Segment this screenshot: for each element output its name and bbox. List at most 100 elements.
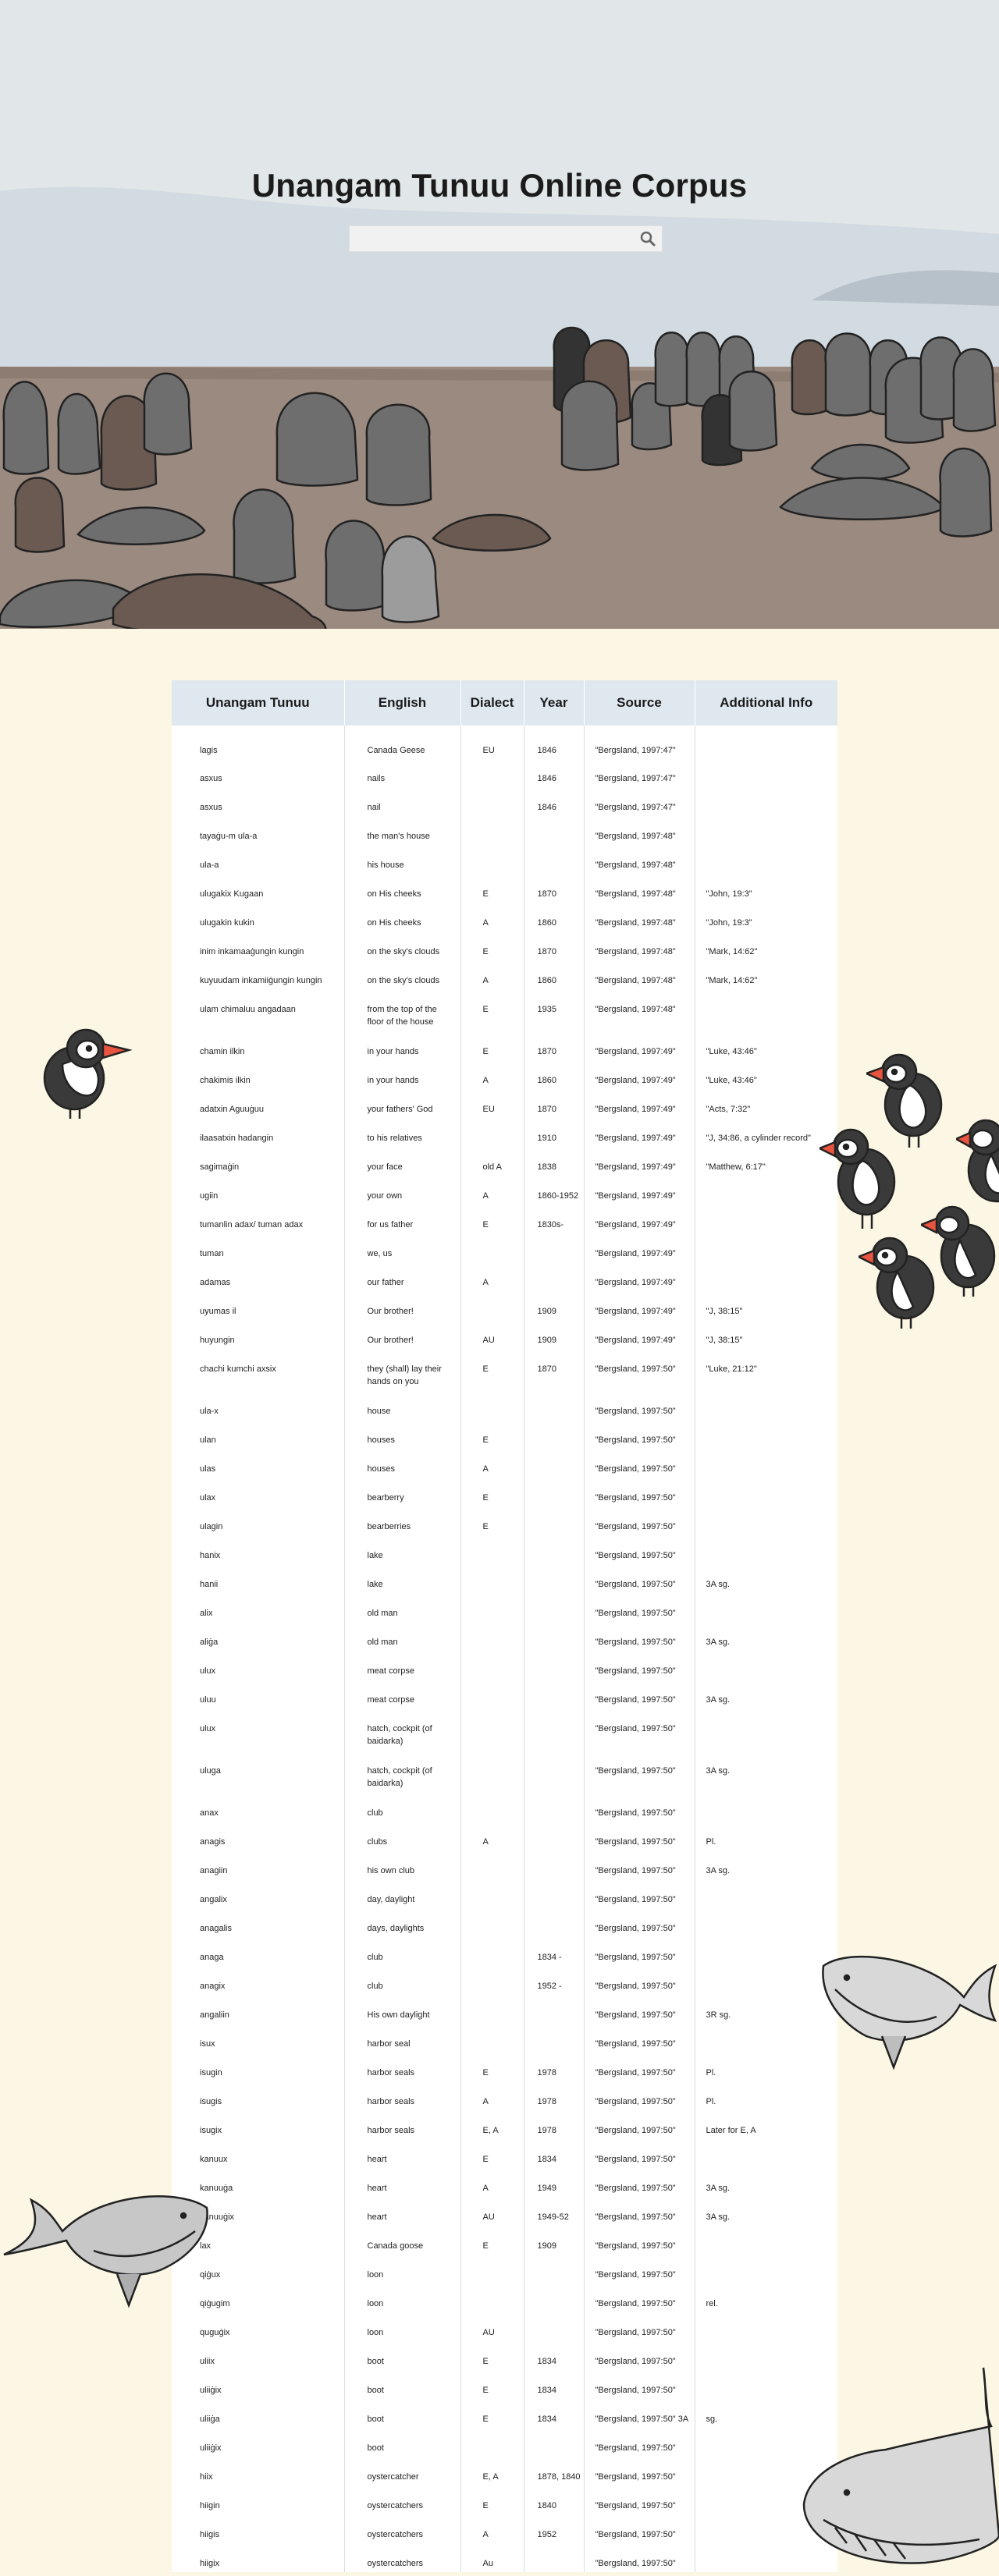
cell-source: "Bergsland, 1997:48" [584, 910, 695, 939]
cell-english: bearberries [344, 1514, 461, 1543]
cell-additional-info: Later for E, A [706, 2126, 756, 2135]
cell-additional-info: rel. [706, 2299, 718, 2308]
cell-year: 1830s- [524, 1212, 585, 1241]
cell-dialect [460, 1126, 524, 1155]
cell-year [524, 824, 585, 853]
cell-source: "Bergsland, 1997:48" [584, 882, 695, 910]
table-header-row: Unangam Tunuu English Dialect Year Sourc… [172, 680, 837, 726]
cell-dialect: old A [460, 1155, 524, 1183]
cell-year: 1846 [524, 795, 585, 824]
cell-dialect [460, 1241, 524, 1270]
cell-year: 1860 [524, 968, 585, 997]
cell-source: "Bergsland, 1997:49" [584, 1212, 695, 1241]
cell-source: "Bergsland, 1997:48" [584, 939, 695, 968]
table-row: qiġugim loon "Bergsland, 1997:50" rel. [172, 2291, 837, 2320]
cell-additional-info [695, 1974, 837, 2003]
cell-year: 1909 [524, 1328, 585, 1357]
cell-unangam-tunuu: ulas [172, 1457, 345, 1485]
cell-source: "Bergsland, 1997:49" [584, 1299, 695, 1328]
table-row: tuman we, us "Bergsland, 1997:49" [172, 1241, 837, 1270]
cell-unangam-tunuu: adatxin Aguuġuu [172, 1097, 345, 1126]
whale-icon [0, 2177, 211, 2317]
cell-source: "Bergsland, 1997:49" [584, 1039, 695, 1068]
cell-year: 1846 [524, 726, 585, 766]
table-row: qiġux loon "Bergsland, 1997:50" [172, 2262, 837, 2291]
table-row: uluu meat corpse "Bergsland, 1997:50" 3A sg… [172, 1687, 837, 1716]
cell-source: "Bergsland, 1997:50" [584, 2378, 695, 2407]
cell-dialect [460, 1572, 524, 1601]
cell-unangam-tunuu: anax [172, 1801, 345, 1829]
cell-year [524, 1601, 585, 1630]
cell-english: your face [344, 1155, 461, 1183]
cell-year [524, 2291, 585, 2320]
cell-dialect: A [460, 2089, 524, 2118]
cell-dialect: E [460, 2234, 524, 2262]
cell-additional-info: 3A sg. [706, 1766, 731, 1776]
cell-additional-info: "John, 19:3" [706, 918, 752, 928]
cell-year: 1860 [524, 1068, 585, 1097]
table-row: uluga hatch, cockpit (of baidarka) "Bergsl… [172, 1758, 837, 1801]
cell-additional-info [695, 1543, 837, 1572]
cell-source: "Bergsland, 1997:50" [584, 2147, 695, 2176]
cell-english: from the top of the floor of the house [344, 997, 461, 1039]
column-header-additional-info: Additional Info [720, 695, 813, 710]
cell-english: Our brother! [344, 1328, 461, 1357]
cell-dialect: E [460, 1212, 524, 1241]
table-row: angalix day, daylight "Bergsland, 1997:50" [172, 1887, 837, 1916]
cell-year [524, 1887, 585, 1916]
cell-dialect: E [460, 1039, 524, 1068]
cell-dialect: E [460, 1428, 524, 1457]
cell-additional-info [695, 2262, 837, 2291]
cell-dialect [460, 1916, 524, 1945]
cell-unangam-tunuu: aliġa [172, 1630, 345, 1659]
cell-dialect [460, 1858, 524, 1887]
cell-english: houses [344, 1428, 461, 1457]
cell-unangam-tunuu: chakimis ilkin [172, 1068, 345, 1097]
table-row: anaga club 1834 - "Bergsland, 1997:50" [172, 1945, 837, 1974]
cell-year: 1860-1952 [524, 1183, 585, 1212]
cell-year: 1978 [524, 2060, 585, 2089]
table-row: ula-x house "Bergsland, 1997:50" [172, 1399, 837, 1428]
cell-source: "Bergsland, 1997:49" [584, 1241, 695, 1270]
cell-year [524, 1543, 585, 1572]
cell-year [524, 1270, 585, 1299]
table-row: ulux meat corpse "Bergsland, 1997:50" [172, 1659, 837, 1687]
cell-source: "Bergsland, 1997:50" [584, 2436, 695, 2464]
cell-dialect: E [460, 997, 524, 1039]
table-row: adatxin Aguuġuu your fathers' God EU 1870 "B… [172, 1097, 837, 1126]
search-input[interactable] [350, 226, 646, 251]
cell-english: houses [344, 1457, 461, 1485]
cell-dialect: A [460, 1183, 524, 1212]
cell-source: "Bergsland, 1997:50" [584, 1572, 695, 1601]
cell-dialect [460, 795, 524, 824]
cell-unangam-tunuu: ulax [172, 1485, 345, 1514]
cell-english: nails [344, 766, 461, 795]
cell-year [524, 1399, 585, 1428]
cell-additional-info [695, 1241, 837, 1270]
cell-year: 1878, 1840 [524, 2464, 585, 2493]
cell-english: oystercatchers [344, 2551, 461, 2572]
cell-unangam-tunuu: isugis [172, 2089, 345, 2118]
table-row: ulugakin kukin on His cheeks A 1860 "Bergsla… [172, 910, 837, 939]
table-body: lagis Canada Geese EU 1846 "Bergsland, 1997:… [172, 726, 837, 2572]
cell-source: "Bergsland, 1997:50" [584, 2031, 695, 2060]
search-button[interactable] [638, 230, 657, 247]
cell-source: "Bergsland, 1997:50" [584, 1357, 695, 1399]
cell-source: "Bergsland, 1997:50" [584, 2349, 695, 2378]
cell-unangam-tunuu: hanii [172, 1572, 345, 1601]
cell-dialect [460, 2003, 524, 2031]
table-row: inim inkamaaġungin kungin on the sky's cl… [172, 939, 837, 968]
search-bar [349, 225, 663, 252]
cell-additional-info [695, 726, 837, 766]
cell-dialect: A [460, 2522, 524, 2551]
cell-dialect [460, 2436, 524, 2464]
cell-dialect: E [460, 1514, 524, 1543]
cell-unangam-tunuu: ugiin [172, 1183, 345, 1212]
table-row: isux harbor seal "Bergsland, 1997:50" [172, 2031, 837, 2060]
cell-unangam-tunuu: anagix [172, 1974, 345, 2003]
cell-english: on His cheeks [344, 882, 461, 910]
cell-additional-info [695, 1887, 837, 1916]
table-row: angaliin His own daylight "Bergsland, 1997… [172, 2003, 837, 2031]
cell-dialect: E, A [460, 2118, 524, 2147]
table-row: anax club "Bergsland, 1997:50" [172, 1801, 837, 1829]
